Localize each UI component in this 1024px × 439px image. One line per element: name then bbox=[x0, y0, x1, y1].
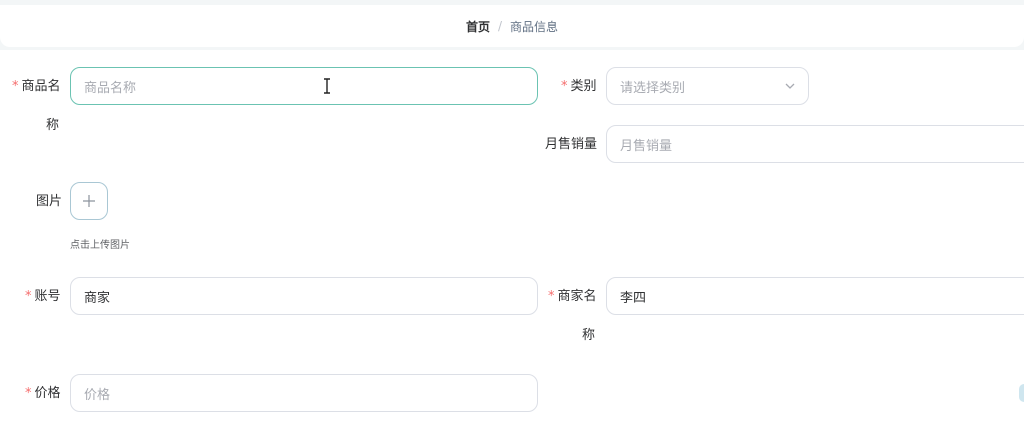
breadcrumb-current: 商品信息 bbox=[510, 19, 559, 34]
top-bar: 首页 / 商品信息 bbox=[0, 0, 1024, 50]
price-label: * 价格 bbox=[25, 386, 61, 401]
required-star: * bbox=[12, 79, 19, 94]
name-label: * 商品名 bbox=[12, 79, 61, 94]
required-star: * bbox=[548, 289, 555, 304]
plus-icon bbox=[83, 195, 95, 207]
image-upload-button[interactable] bbox=[70, 182, 108, 220]
floating-handle[interactable] bbox=[1019, 384, 1024, 402]
text-cursor-icon bbox=[324, 78, 330, 94]
name-input-placeholder: 商品名称 bbox=[84, 80, 137, 96]
merchant-name-label: * 商家名 bbox=[548, 289, 597, 304]
image-label: 图片 bbox=[36, 194, 63, 209]
category-label: * 类别 bbox=[561, 79, 597, 94]
category-placeholder: 请选择类别 bbox=[620, 80, 686, 96]
monthly-sales-label: 月售销量 bbox=[545, 137, 598, 152]
account-label: * 账号 bbox=[25, 289, 61, 304]
breadcrumb: 首页 / 商品信息 bbox=[0, 5, 1024, 47]
upload-tip: 点击上传图片 bbox=[70, 240, 130, 251]
breadcrumb-home[interactable]: 首页 bbox=[466, 18, 490, 35]
account-input[interactable]: 商家 bbox=[70, 277, 538, 315]
merchant-name-input[interactable]: 李四 bbox=[606, 277, 1024, 315]
product-info-page: 首页 / 商品信息 * 商品名 称 商品名称 * 类别 请选择类别 月售销量 月售销… bbox=[0, 0, 1024, 439]
merchant-name-value: 李四 bbox=[620, 290, 647, 306]
price-input[interactable]: 价格 bbox=[70, 374, 538, 412]
name-label-wrap: 称 bbox=[46, 118, 60, 133]
monthly-sales-placeholder: 月售销量 bbox=[620, 138, 673, 154]
breadcrumb-separator: / bbox=[497, 19, 503, 33]
name-input[interactable]: 商品名称 bbox=[70, 67, 538, 105]
account-value: 商家 bbox=[84, 290, 111, 306]
required-star: * bbox=[561, 79, 568, 94]
monthly-sales-input[interactable]: 月售销量 bbox=[606, 125, 1024, 163]
chevron-down-icon bbox=[785, 83, 795, 89]
category-select[interactable]: 请选择类别 bbox=[606, 67, 809, 105]
price-placeholder: 价格 bbox=[84, 387, 111, 403]
required-star: * bbox=[25, 386, 32, 401]
merchant-name-label-wrap: 称 bbox=[582, 328, 596, 343]
required-star: * bbox=[25, 289, 32, 304]
